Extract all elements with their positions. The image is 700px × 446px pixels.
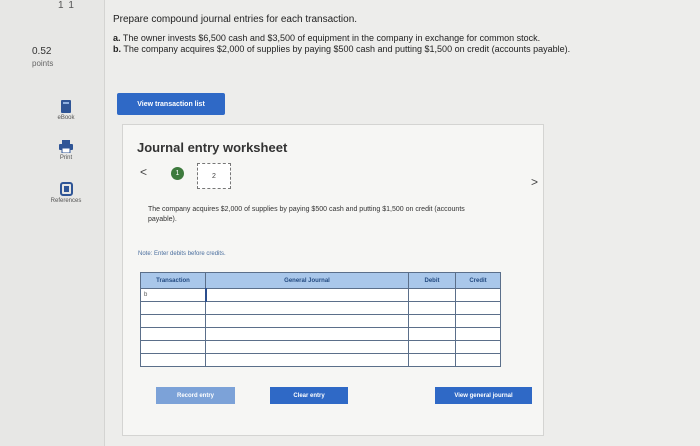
chevron-right-icon[interactable]: >: [531, 175, 538, 189]
references-icon: [59, 182, 73, 196]
score-value: 0.52: [32, 46, 52, 57]
table-row: [140, 301, 501, 315]
transaction-cell: [140, 314, 206, 328]
account-input[interactable]: [204, 288, 409, 302]
transaction-text: The owner invests $6,500 cash and $3,500…: [122, 33, 541, 43]
debit-input[interactable]: [408, 301, 456, 315]
transaction-item-a: a. The owner invests $6,500 cash and $3,…: [113, 33, 693, 44]
book-icon: [61, 100, 71, 113]
account-input[interactable]: [205, 353, 409, 367]
step-1-indicator[interactable]: 1: [171, 167, 184, 180]
transaction-item-b: b. The company acquires $2,000 of suppli…: [113, 44, 693, 55]
question-prompt: Prepare compound journal entries for eac…: [113, 14, 358, 25]
record-entry-button[interactable]: Record entry: [156, 387, 235, 404]
credit-input[interactable]: [455, 288, 501, 302]
debit-input[interactable]: [408, 288, 456, 302]
credit-input[interactable]: [455, 327, 501, 341]
header-credit: Credit: [455, 272, 501, 289]
table-row: [140, 327, 501, 341]
debit-input[interactable]: [408, 340, 456, 354]
header-general-journal: General Journal: [205, 272, 409, 289]
ebook-tool[interactable]: eBook: [36, 100, 96, 121]
credit-input[interactable]: [455, 301, 501, 315]
account-input[interactable]: [205, 301, 409, 315]
transaction-cell: [140, 340, 206, 354]
print-tool[interactable]: Print: [36, 140, 96, 161]
credit-input[interactable]: [455, 314, 501, 328]
worksheet-title: Journal entry worksheet: [137, 140, 288, 155]
debit-input[interactable]: [408, 314, 456, 328]
table-row: [140, 340, 501, 354]
transaction-letter: b.: [113, 44, 121, 54]
journal-entry-worksheet: Journal entry worksheet < 1 2 > The comp…: [122, 124, 544, 436]
chevron-left-icon[interactable]: <: [140, 165, 147, 179]
ebook-label: eBook: [57, 115, 75, 121]
score-label: points: [32, 59, 54, 68]
table-row: b: [140, 288, 501, 302]
debit-input[interactable]: [408, 327, 456, 341]
header-transaction: Transaction: [140, 272, 206, 289]
references-label: References: [50, 198, 82, 204]
main-content: Prepare compound journal entries for eac…: [110, 0, 700, 446]
references-tool[interactable]: References: [36, 182, 96, 204]
step-2-indicator[interactable]: 2: [197, 163, 231, 189]
printer-icon: [59, 140, 73, 153]
transaction-text: The company acquires $2,000 of supplies …: [123, 44, 571, 54]
transaction-cell: b: [140, 288, 206, 302]
sidebar-divider: [104, 0, 105, 446]
transaction-cell: [140, 301, 206, 315]
transaction-letter: a.: [113, 33, 121, 43]
print-label: Print: [59, 155, 73, 161]
account-input[interactable]: [205, 314, 409, 328]
account-input[interactable]: [205, 340, 409, 354]
debit-input[interactable]: [408, 353, 456, 367]
view-transaction-list-button[interactable]: View transaction list: [117, 93, 225, 115]
debits-note: Note: Enter debits before credits.: [138, 251, 226, 257]
account-input[interactable]: [205, 327, 409, 341]
table-row: [140, 314, 501, 328]
clear-entry-button[interactable]: Clear entry: [270, 387, 348, 404]
transaction-description: The company acquires $2,000 of supplies …: [148, 206, 465, 223]
table-row: [140, 353, 501, 367]
credit-input[interactable]: [455, 340, 501, 354]
transaction-cell: [140, 353, 206, 367]
question-mark: 1 1: [58, 0, 75, 11]
view-general-journal-button[interactable]: View general journal: [435, 387, 532, 404]
journal-table: Transaction General Journal Debit Credit…: [140, 272, 501, 367]
transaction-cell: [140, 327, 206, 341]
header-debit: Debit: [408, 272, 456, 289]
transaction-list: a. The owner invests $6,500 cash and $3,…: [113, 33, 693, 55]
credit-input[interactable]: [455, 353, 501, 367]
